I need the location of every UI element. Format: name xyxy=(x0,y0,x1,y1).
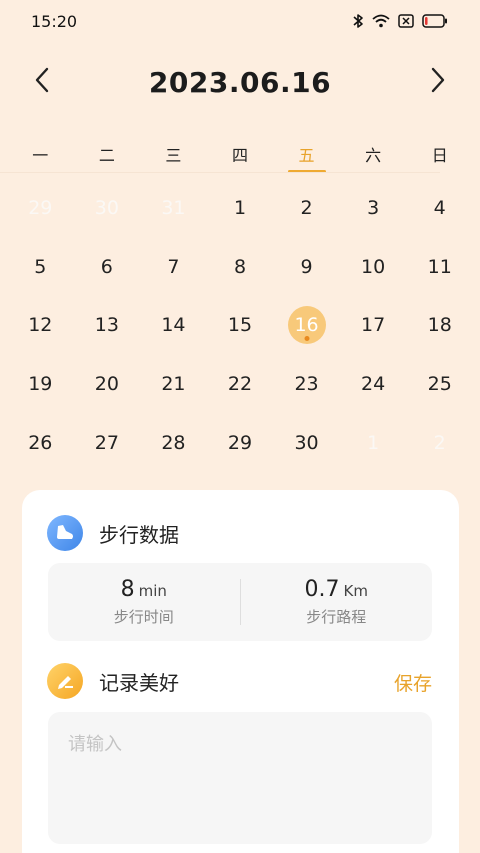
walking-distance-label: 步行路程 xyxy=(306,608,367,626)
current-date-title[interactable]: 2023.06.16 xyxy=(149,66,331,99)
pen-icon xyxy=(47,663,83,699)
calendar-day[interactable]: 31 xyxy=(140,179,207,238)
calendar-day[interactable]: 5 xyxy=(7,238,74,297)
calendar-day[interactable]: 3 xyxy=(340,179,407,238)
calendar-day[interactable]: 11 xyxy=(406,238,473,297)
calendar-day[interactable]: 29 xyxy=(207,413,274,472)
bluetooth-icon xyxy=(352,13,364,29)
calendar-day[interactable]: 30 xyxy=(74,179,141,238)
calendar-day[interactable]: 26 xyxy=(7,413,74,472)
calendar-day[interactable]: 4 xyxy=(406,179,473,238)
walking-distance-unit: Km xyxy=(343,582,368,600)
calendar-day-selected[interactable]: 16 xyxy=(273,296,340,355)
calendar-day[interactable]: 15 xyxy=(207,296,274,355)
status-bar: 15:20 xyxy=(0,0,480,42)
walking-time-label: 步行时间 xyxy=(113,608,174,626)
calendar-day[interactable]: 29 xyxy=(7,179,74,238)
calendar-day[interactable]: 23 xyxy=(273,355,340,414)
calendar-day[interactable]: 17 xyxy=(340,296,407,355)
status-icons xyxy=(352,13,448,29)
walking-stats: 8 min 步行时间 0.7 Km 步行路程 xyxy=(48,563,432,641)
record-section-header: 记录美好 xyxy=(47,663,179,699)
save-button[interactable]: 保存 xyxy=(394,669,432,696)
date-header: 2023.06.16 xyxy=(0,58,480,106)
calendar-day[interactable]: 21 xyxy=(140,355,207,414)
chevron-right-icon xyxy=(430,67,446,97)
prev-month-button[interactable] xyxy=(28,67,56,97)
calendar-grid: 29 30 31 1 2 3 4 5 6 7 8 9 10 11 12 13 14 15 16 17 18 19 20 21 2… xyxy=(7,179,473,472)
note-input[interactable] xyxy=(48,712,432,844)
weekday-7[interactable]: 日 xyxy=(406,134,473,172)
walking-time-value: 8 xyxy=(120,577,135,602)
status-time: 15:20 xyxy=(31,11,78,31)
wifi-icon xyxy=(372,14,390,28)
walking-distance-stat: 0.7 Km 步行路程 xyxy=(241,577,433,627)
walking-section-header: 步行数据 xyxy=(47,515,179,551)
calendar-day[interactable]: 2 xyxy=(273,179,340,238)
calendar-day[interactable]: 25 xyxy=(406,355,473,414)
daily-card: 步行数据 8 min 步行时间 0.7 Km 步行路程 记录美好 保存 xyxy=(22,490,459,853)
calendar-day[interactable]: 28 xyxy=(140,413,207,472)
calendar-day[interactable]: 7 xyxy=(140,238,207,297)
calendar-day[interactable]: 6 xyxy=(74,238,141,297)
weekday-row: 一二三四五六日 xyxy=(7,134,473,172)
shoe-icon xyxy=(47,515,83,551)
calendar-day[interactable]: 1 xyxy=(207,179,274,238)
weekday-6[interactable]: 六 xyxy=(340,134,407,172)
calendar-day[interactable]: 19 xyxy=(7,355,74,414)
weekday-4[interactable]: 四 xyxy=(207,134,274,172)
calendar-day[interactable]: 18 xyxy=(406,296,473,355)
calendar-day[interactable]: 10 xyxy=(340,238,407,297)
calendar-day[interactable]: 8 xyxy=(207,238,274,297)
weekday-divider xyxy=(0,172,440,173)
battery-low-icon xyxy=(422,14,448,28)
calendar-day[interactable]: 12 xyxy=(7,296,74,355)
calendar-day[interactable]: 30 xyxy=(273,413,340,472)
calendar-day[interactable]: 20 xyxy=(74,355,141,414)
calendar-day[interactable]: 22 xyxy=(207,355,274,414)
weekday-5[interactable]: 五 xyxy=(273,134,340,172)
chevron-left-icon xyxy=(34,67,50,97)
calendar-day[interactable]: 1 xyxy=(340,413,407,472)
event-dot xyxy=(304,336,310,342)
next-month-button[interactable] xyxy=(424,67,452,97)
calendar-day[interactable]: 14 xyxy=(140,296,207,355)
weekday-3[interactable]: 三 xyxy=(140,134,207,172)
weekday-2[interactable]: 二 xyxy=(74,134,141,172)
selected-day-circle: 16 xyxy=(287,306,326,345)
record-section-title: 记录美好 xyxy=(99,670,179,695)
walking-section-title: 步行数据 xyxy=(99,522,179,547)
walking-distance-value: 0.7 xyxy=(304,577,340,602)
calendar-day[interactable]: 27 xyxy=(74,413,141,472)
day-number: 16 xyxy=(294,314,319,337)
walking-time-unit: min xyxy=(138,582,167,600)
calendar-day[interactable]: 9 xyxy=(273,238,340,297)
sim-disabled-icon xyxy=(398,14,414,28)
calendar-day[interactable]: 13 xyxy=(74,296,141,355)
calendar-day[interactable]: 2 xyxy=(406,413,473,472)
calendar-day[interactable]: 24 xyxy=(340,355,407,414)
walking-time-stat: 8 min 步行时间 xyxy=(48,577,240,627)
weekday-1[interactable]: 一 xyxy=(7,134,74,172)
